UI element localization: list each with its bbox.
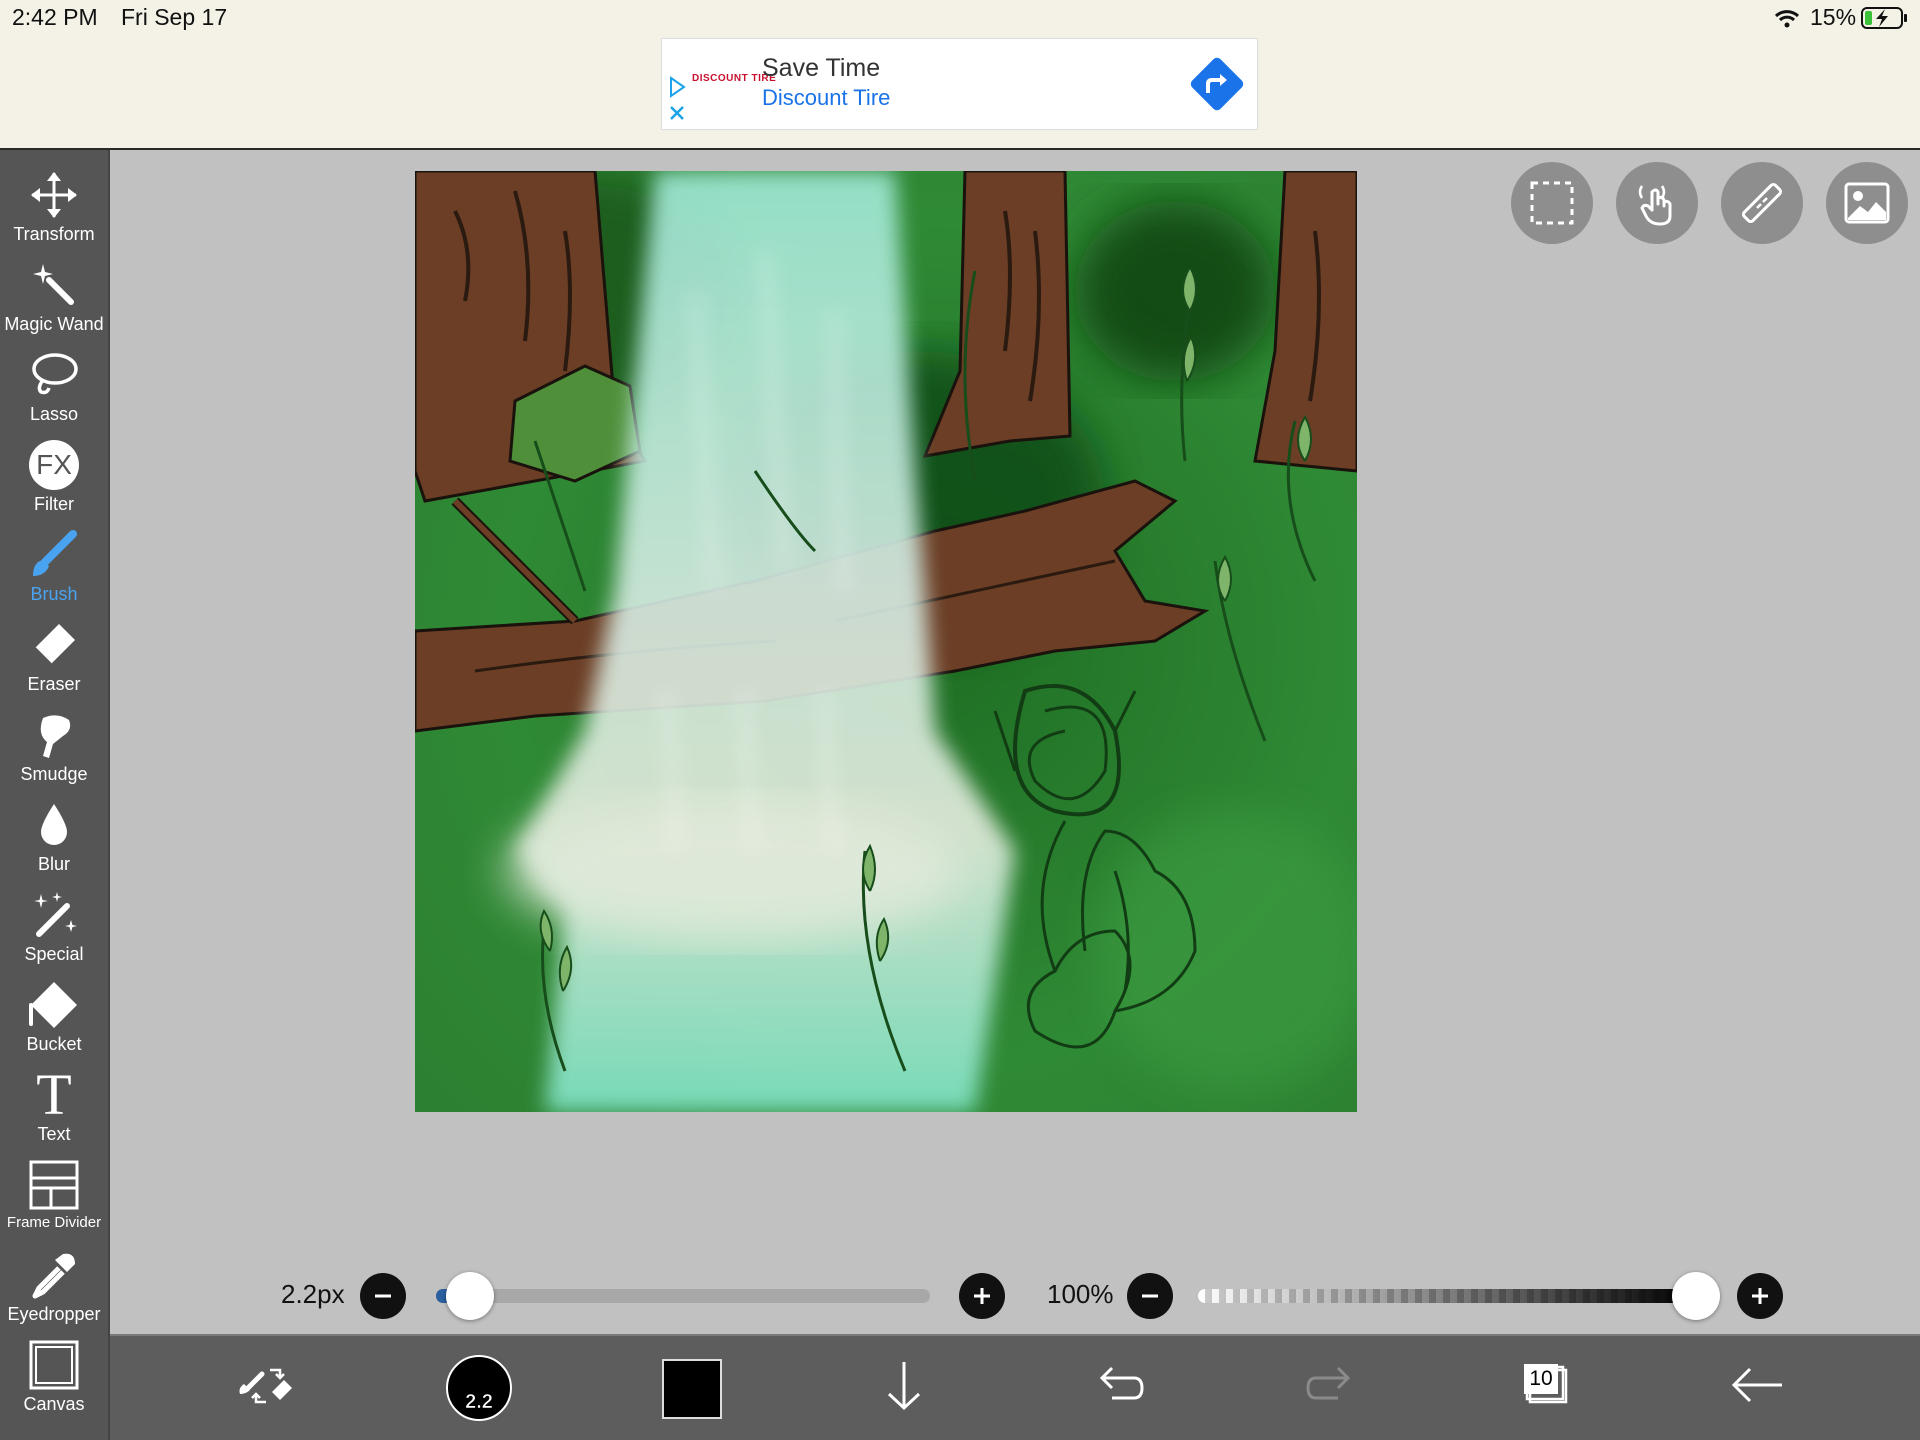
brush-size-badge: 2.2 bbox=[465, 1391, 493, 1414]
minus-icon bbox=[375, 1294, 391, 1298]
opacity-increase-button[interactable] bbox=[1737, 1273, 1783, 1319]
redo-icon[interactable] bbox=[1298, 1350, 1368, 1420]
tool-label: Frame Divider bbox=[6, 1214, 102, 1231]
brush-size-decrease-button[interactable] bbox=[360, 1273, 406, 1319]
artwork-painting bbox=[415, 171, 1357, 1112]
tool-label: Lasso bbox=[29, 404, 79, 424]
status-ad-bar: 2:42 PM Fri Sep 17 15% DISCOUNT TIRE Sav… bbox=[0, 0, 1920, 148]
tool-label: Bucket bbox=[26, 1034, 82, 1054]
battery-percent: 15% bbox=[1810, 4, 1857, 30]
undo-icon[interactable] bbox=[1082, 1350, 1152, 1420]
tool-bucket[interactable]: Bucket bbox=[0, 980, 108, 1070]
wifi-icon bbox=[1774, 10, 1800, 28]
ad-choices-icon[interactable] bbox=[667, 75, 687, 125]
top-divider bbox=[0, 148, 1920, 150]
back-arrow-icon[interactable] bbox=[1722, 1350, 1792, 1420]
ruler-icon bbox=[1741, 182, 1783, 224]
tool-label: Smudge bbox=[20, 764, 88, 784]
text-icon: T bbox=[36, 1062, 72, 1127]
layers-button[interactable]: 10 bbox=[1508, 1350, 1578, 1420]
plus-icon bbox=[974, 1288, 990, 1304]
tool-eyedropper[interactable]: Eyedropper bbox=[0, 1250, 108, 1340]
tool-smudge[interactable]: Smudge bbox=[0, 710, 108, 800]
tool-label: Magic Wand bbox=[4, 314, 104, 334]
bottom-toolbar bbox=[110, 1336, 1920, 1440]
tool-filter[interactable]: FX Filter bbox=[0, 440, 108, 530]
download-arrow-icon[interactable] bbox=[869, 1350, 939, 1420]
magic-wand-icon bbox=[33, 264, 74, 305]
eraser-icon bbox=[34, 624, 75, 665]
opacity-decrease-button[interactable] bbox=[1127, 1273, 1173, 1319]
brush-size-slider-handle[interactable] bbox=[445, 1272, 494, 1320]
tool-sidebar: Transform Magic Wand Lasso FX Filter Bru… bbox=[0, 150, 110, 1440]
reference-image-icon bbox=[1844, 182, 1890, 224]
special-sparkle-icon bbox=[34, 892, 77, 937]
tool-label: Filter bbox=[34, 494, 74, 514]
minus-icon bbox=[1142, 1294, 1158, 1298]
smudge-icon bbox=[40, 715, 71, 758]
brush-size-value: 2.2px bbox=[281, 1279, 345, 1309]
selection-icon bbox=[1530, 181, 1574, 225]
tool-label: Special bbox=[24, 944, 84, 964]
tool-label: Text bbox=[37, 1124, 71, 1144]
selection-button[interactable] bbox=[1511, 162, 1593, 244]
lasso-icon bbox=[32, 353, 78, 395]
canvas-icon bbox=[29, 1340, 79, 1390]
gesture-button[interactable] bbox=[1616, 162, 1698, 244]
tool-special[interactable]: Special bbox=[0, 890, 108, 980]
tool-canvas[interactable]: Canvas bbox=[0, 1340, 108, 1430]
tool-blur[interactable]: Blur bbox=[0, 800, 108, 890]
tool-label: Eyedropper bbox=[7, 1304, 101, 1324]
opacity-slider[interactable] bbox=[1198, 1289, 1696, 1303]
directions-icon[interactable] bbox=[1189, 56, 1245, 112]
brush-eraser-swap-icon[interactable] bbox=[232, 1350, 302, 1420]
battery-charging-icon bbox=[1861, 7, 1907, 29]
brush-size-slider[interactable] bbox=[436, 1289, 930, 1303]
brush-settings-button[interactable]: 2.2 bbox=[446, 1355, 512, 1421]
tool-magic-wand[interactable]: Magic Wand bbox=[0, 260, 108, 350]
brush-size-increase-button[interactable] bbox=[959, 1273, 1005, 1319]
move-arrows-icon bbox=[31, 172, 77, 218]
toolbar-edge bbox=[108, 150, 110, 1440]
eyedropper-icon bbox=[32, 1253, 75, 1299]
tool-label: Eraser bbox=[27, 674, 81, 694]
tool-frame-divider[interactable]: Frame Divider bbox=[0, 1160, 108, 1250]
status-date: Fri Sep 17 bbox=[121, 4, 228, 30]
tool-label: Blur bbox=[37, 854, 70, 874]
tool-brush[interactable]: Brush bbox=[0, 530, 108, 620]
brush-icon bbox=[33, 530, 77, 576]
blur-drop-icon bbox=[41, 804, 67, 845]
frame-divider-icon bbox=[29, 1160, 79, 1210]
fx-icon: FX bbox=[29, 440, 79, 490]
status-time: 2:42 PM bbox=[12, 4, 98, 30]
opacity-value: 100% bbox=[1047, 1279, 1114, 1309]
bucket-icon bbox=[29, 982, 77, 1028]
color-picker-swatch[interactable] bbox=[662, 1359, 722, 1419]
tool-lasso[interactable]: Lasso bbox=[0, 350, 108, 440]
tool-label: Brush bbox=[30, 584, 78, 604]
ad-banner[interactable]: DISCOUNT TIRE Save Time Discount Tire bbox=[661, 38, 1258, 130]
plus-icon bbox=[1752, 1288, 1768, 1304]
gesture-hand-icon bbox=[1638, 185, 1672, 226]
ad-title[interactable]: Save Time bbox=[762, 54, 880, 83]
reference-button[interactable] bbox=[1826, 162, 1908, 244]
tool-transform[interactable]: Transform bbox=[0, 170, 108, 260]
tool-label: Transform bbox=[13, 224, 95, 244]
ad-subtitle[interactable]: Discount Tire bbox=[762, 85, 890, 111]
layer-count: 10 bbox=[1524, 1364, 1558, 1394]
ruler-button[interactable] bbox=[1721, 162, 1803, 244]
tool-eraser[interactable]: Eraser bbox=[0, 620, 108, 710]
tool-text[interactable]: T Text bbox=[0, 1062, 108, 1160]
opacity-slider-handle[interactable] bbox=[1672, 1272, 1720, 1320]
drawing-canvas[interactable] bbox=[415, 171, 1357, 1112]
tool-label: Canvas bbox=[23, 1394, 85, 1414]
